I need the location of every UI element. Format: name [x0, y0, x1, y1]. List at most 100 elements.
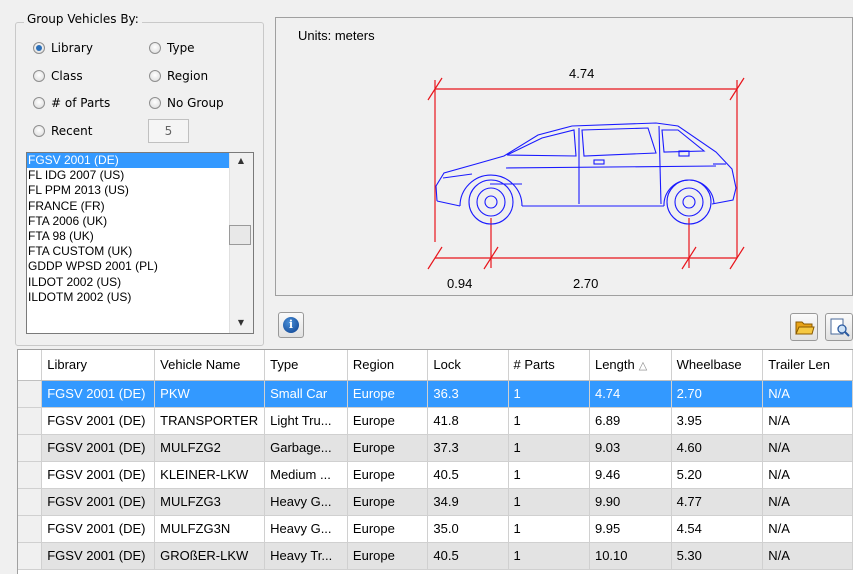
row-selector[interactable]	[18, 407, 43, 435]
scroll-down-arrow-icon[interactable]: ▼	[230, 315, 252, 331]
radio-region[interactable]: Region	[149, 68, 208, 84]
radio-library-dot[interactable]	[33, 42, 45, 54]
column-header-length[interactable]: Length △	[589, 350, 672, 381]
radio-no-group-dot[interactable]	[149, 97, 161, 109]
table-row[interactable]: FGSV 2001 (DE) GROßER-LKW Heavy Tr... Europ…	[18, 542, 853, 570]
radio-type-label: Type	[167, 41, 195, 55]
list-item[interactable]: FGSV 2001 (DE)	[27, 153, 236, 169]
list-item[interactable]: GDDP WPSD 2001 (PL)	[27, 259, 253, 274]
vehicle-table[interactable]: Library Vehicle Name Type Region Lock # …	[17, 349, 853, 574]
info-button[interactable]: i	[278, 312, 304, 338]
cell-library: FGSV 2001 (DE)	[41, 434, 156, 462]
cell-type: Medium ...	[264, 461, 348, 489]
column-header-length-label: Length	[594, 357, 635, 373]
cell-trailer-length: N/A	[762, 380, 853, 408]
cell-lock: 36.3	[427, 380, 509, 408]
list-item[interactable]: FTA 98 (UK)	[27, 229, 253, 244]
list-item[interactable]: FTA CUSTOM (UK)	[27, 244, 253, 259]
cell-vehicle-name: TRANSPORTER	[154, 407, 266, 435]
cell-wheelbase: 4.77	[671, 488, 764, 516]
radio-type-dot[interactable]	[149, 42, 161, 54]
cell-parts: 1	[508, 461, 590, 489]
column-header-type[interactable]: Type	[264, 350, 348, 381]
cell-length: 6.89	[589, 407, 672, 435]
table-row[interactable]: FGSV 2001 (DE) KLEINER-LKW Medium ... Europ…	[18, 461, 853, 489]
list-item[interactable]: FL IDG 2007 (US)	[27, 168, 253, 183]
list-item[interactable]: FTA 2006 (UK)	[27, 214, 253, 229]
scroll-up-arrow-icon[interactable]: ▲	[230, 153, 252, 169]
cell-library: FGSV 2001 (DE)	[41, 461, 156, 489]
cell-lock: 41.8	[427, 407, 509, 435]
cell-parts: 1	[508, 488, 590, 516]
row-selector[interactable]	[18, 380, 43, 408]
cell-vehicle-name: GROßER-LKW	[154, 542, 266, 570]
cell-length: 4.74	[589, 380, 672, 408]
cell-length: 9.90	[589, 488, 672, 516]
front-overhang-dimension-label: 0.94	[447, 276, 473, 291]
cell-wheelbase: 4.54	[671, 515, 764, 543]
row-selector[interactable]	[18, 488, 43, 516]
car-outline-icon	[435, 122, 737, 225]
column-header-select[interactable]	[18, 350, 43, 381]
cell-vehicle-name: MULFZG3N	[154, 515, 266, 543]
radio-library[interactable]: Library	[33, 40, 93, 56]
column-header-parts[interactable]: # Parts	[508, 350, 590, 381]
cell-type: Heavy G...	[264, 488, 348, 516]
row-selector[interactable]	[18, 434, 43, 462]
length-dimension-label: 4.74	[569, 66, 595, 81]
cell-wheelbase: 4.60	[671, 434, 764, 462]
table-row[interactable]: FGSV 2001 (DE) MULFZG2 Garbage... Europe 37.…	[18, 434, 853, 462]
table-row[interactable]: FGSV 2001 (DE) TRANSPORTER Light Tru... Eur…	[18, 407, 853, 435]
row-selector[interactable]	[18, 461, 43, 489]
radio-recent-dot[interactable]	[33, 125, 45, 137]
radio-recent[interactable]: Recent	[33, 123, 92, 139]
group-vehicles-title: Group Vehicles By:	[24, 12, 142, 26]
radio-num-parts[interactable]: # of Parts	[33, 95, 110, 111]
column-header-region[interactable]: Region	[347, 350, 429, 381]
cell-lock: 37.3	[427, 434, 509, 462]
list-item[interactable]: FRANCE (FR)	[27, 199, 253, 214]
column-header-wheelbase[interactable]: Wheelbase	[671, 350, 764, 381]
cell-vehicle-name: KLEINER-LKW	[154, 461, 266, 489]
list-item[interactable]: ILDOTM 2002 (US)	[27, 290, 253, 305]
library-list[interactable]: FGSV 2001 (DE) FL IDG 2007 (US) FL PPM 2…	[26, 152, 254, 334]
table-row[interactable]: FGSV 2001 (DE) MULFZG3N Heavy G... Europe 35…	[18, 515, 853, 543]
cell-parts: 1	[508, 380, 590, 408]
cell-lock: 34.9	[427, 488, 509, 516]
library-list-scroll-thumb[interactable]	[229, 225, 251, 245]
column-header-library[interactable]: Library	[41, 350, 156, 381]
table-row[interactable]: FGSV 2001 (DE) MULFZG3 Heavy G... Europe 34.…	[18, 488, 853, 516]
list-item[interactable]: ILDOT 2002 (US)	[27, 275, 253, 290]
cell-parts: 1	[508, 542, 590, 570]
cell-wheelbase: 5.20	[671, 461, 764, 489]
radio-no-group[interactable]: No Group	[149, 95, 224, 111]
cell-length: 10.10	[589, 542, 672, 570]
radio-type[interactable]: Type	[149, 40, 195, 56]
cell-region: Europe	[347, 515, 429, 543]
recent-count-input[interactable]: 5	[148, 119, 189, 143]
preview-button[interactable]	[825, 313, 853, 341]
column-header-vehicle-name[interactable]: Vehicle Name	[154, 350, 266, 381]
column-header-lock[interactable]: Lock	[427, 350, 509, 381]
vehicle-drawing	[427, 77, 745, 270]
cell-type: Small Car	[264, 380, 348, 408]
cell-length: 9.03	[589, 434, 672, 462]
cell-trailer-length: N/A	[762, 488, 853, 516]
cell-wheelbase: 2.70	[671, 380, 764, 408]
cell-vehicle-name: MULFZG3	[154, 488, 266, 516]
row-selector[interactable]	[18, 542, 43, 570]
cell-wheelbase: 3.95	[671, 407, 764, 435]
open-file-button[interactable]	[790, 313, 818, 341]
radio-num-parts-dot[interactable]	[33, 97, 45, 109]
radio-class[interactable]: Class	[33, 68, 83, 84]
cell-trailer-length: N/A	[762, 542, 853, 570]
radio-class-dot[interactable]	[33, 70, 45, 82]
column-header-trailer-length[interactable]: Trailer Len	[762, 350, 853, 381]
table-header-row: Library Vehicle Name Type Region Lock # …	[18, 350, 853, 381]
row-selector[interactable]	[18, 515, 43, 543]
dimension-lines	[427, 77, 745, 270]
cell-type: Light Tru...	[264, 407, 348, 435]
list-item[interactable]: FL PPM 2013 (US)	[27, 183, 253, 198]
radio-region-dot[interactable]	[149, 70, 161, 82]
table-row[interactable]: FGSV 2001 (DE) PKW Small Car Europe 36.3 1 4.7…	[18, 380, 853, 408]
